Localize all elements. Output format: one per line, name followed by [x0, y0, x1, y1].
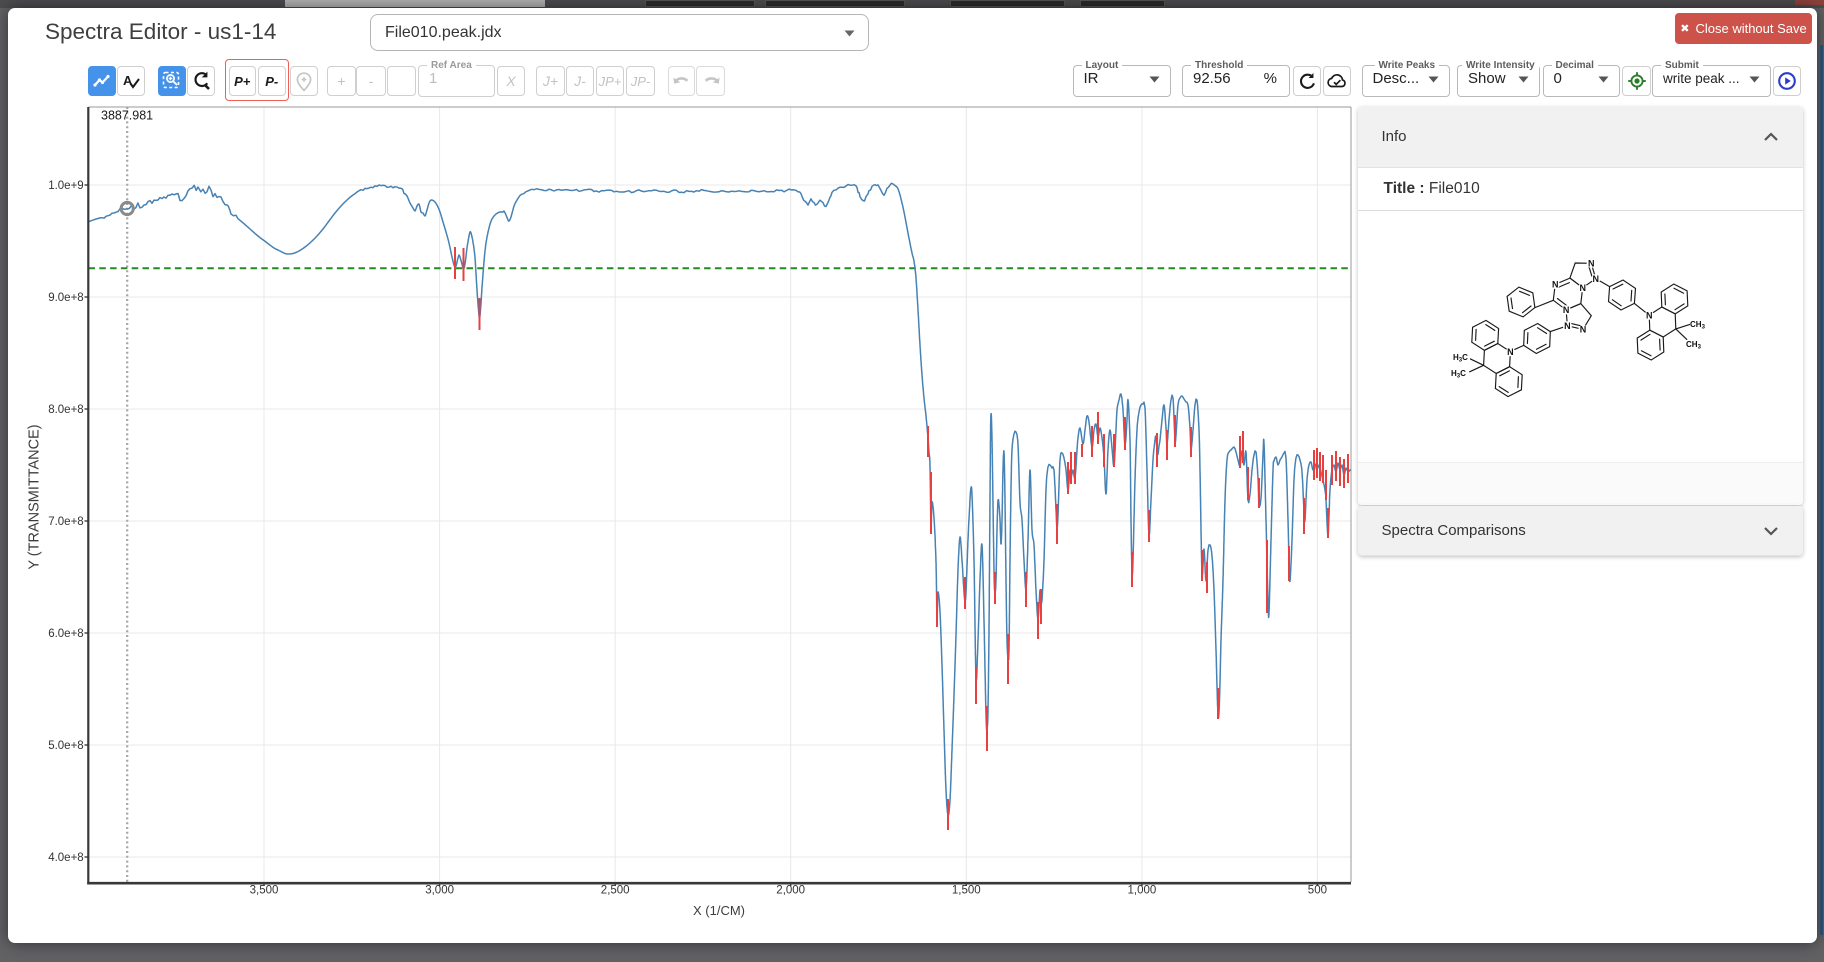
svg-text:N: N: [1646, 310, 1653, 320]
svg-text:3887.981: 3887.981: [101, 109, 153, 123]
svg-text:6.0e+8: 6.0e+8: [48, 628, 84, 640]
svg-text:3,000: 3,000: [425, 885, 454, 897]
svg-text:1,000: 1,000: [1128, 885, 1157, 897]
svg-text:1.0e+9: 1.0e+9: [48, 180, 84, 192]
svg-text:7.0e+8: 7.0e+8: [48, 516, 84, 528]
svg-text:3,500: 3,500: [250, 885, 279, 897]
svg-text:2,500: 2,500: [601, 885, 630, 897]
svg-text:Y (TRANSMITTANCE): Y (TRANSMITTANCE): [27, 424, 43, 569]
svg-text:9.0e+8: 9.0e+8: [48, 292, 84, 304]
svg-text:5.0e+8: 5.0e+8: [48, 740, 84, 752]
svg-text:N: N: [1579, 283, 1586, 293]
svg-text:N: N: [1588, 259, 1595, 269]
svg-text:N: N: [1564, 321, 1571, 331]
svg-text:4.0e+8: 4.0e+8: [48, 852, 84, 864]
svg-text:8.0e+8: 8.0e+8: [48, 404, 84, 416]
svg-text:N: N: [1580, 325, 1587, 335]
svg-text:X (1/CM): X (1/CM): [693, 903, 745, 918]
svg-text:1,500: 1,500: [952, 885, 981, 897]
svg-text:N: N: [1507, 347, 1514, 357]
svg-text:N: N: [1593, 274, 1600, 284]
svg-text:N: N: [1563, 305, 1570, 315]
svg-text:2,000: 2,000: [776, 885, 805, 897]
svg-text:500: 500: [1308, 885, 1327, 897]
svg-text:N: N: [1552, 280, 1559, 290]
